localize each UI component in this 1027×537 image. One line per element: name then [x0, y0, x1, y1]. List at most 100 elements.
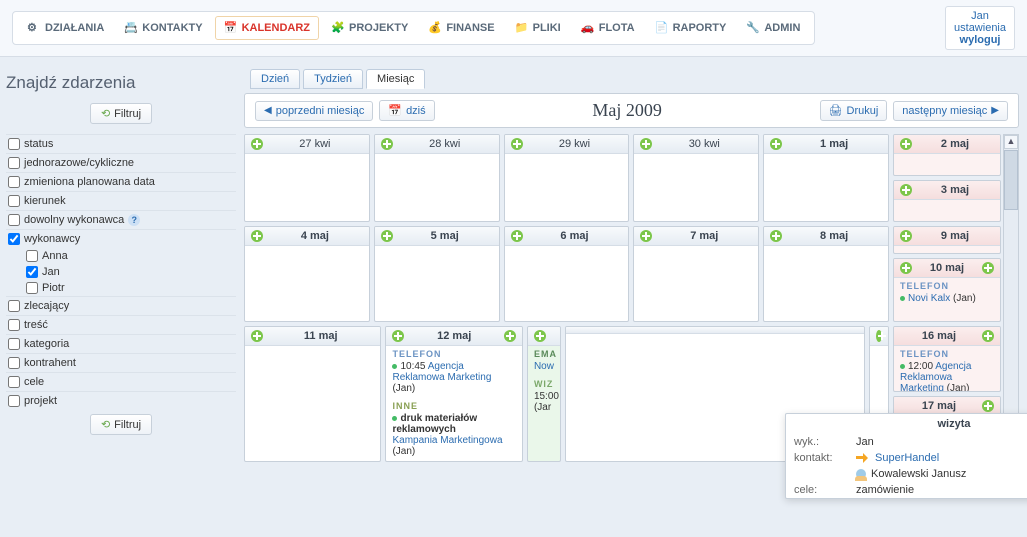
day-cell[interactable]: EMA Now WIZ 15:00(Jar: [527, 326, 561, 462]
add-event-icon[interactable]: [770, 138, 782, 150]
tab-week[interactable]: Tydzień: [303, 69, 363, 89]
day-date: 4 maj: [267, 230, 363, 242]
nav-reports[interactable]: 📄RAPORTY: [647, 16, 735, 40]
add-event-icon[interactable]: [982, 330, 994, 342]
filter-date-changed[interactable]: zmieniona planowana data: [6, 172, 236, 191]
event-item[interactable]: 15:00(Jar: [528, 389, 560, 417]
filter-performers[interactable]: wykonawcy: [6, 229, 236, 248]
filter-button-bottom[interactable]: ⟲Filtruj: [90, 414, 152, 435]
day-cell[interactable]: 30 kwi: [633, 134, 759, 222]
tooltip-contact-link[interactable]: SuperHandel: [875, 452, 939, 464]
print-button[interactable]: 🖨Drukuj: [820, 100, 888, 121]
filter-status[interactable]: status: [6, 134, 236, 153]
today-button[interactable]: 📅dziś: [379, 100, 434, 121]
nav-files[interactable]: 📁PLIKI: [507, 16, 569, 40]
day-cell[interactable]: 7 maj: [633, 226, 759, 322]
add-event-icon[interactable]: [900, 230, 912, 242]
filter-any-performer[interactable]: dowolny wykonawca?: [6, 210, 236, 229]
tab-month[interactable]: Miesiąc: [366, 69, 425, 89]
add-event-icon[interactable]: [900, 262, 912, 274]
day-cell[interactable]: 4 maj: [244, 226, 370, 322]
nav-admin[interactable]: 🔧ADMIN: [738, 16, 808, 40]
scroll-thumb[interactable]: [1004, 150, 1018, 210]
day-cell[interactable]: 16 maj TELEFON 12:00 Agencja Reklamowa M…: [893, 326, 1001, 392]
day-cell[interactable]: 1 maj: [763, 134, 889, 222]
event-item[interactable]: druk materiałów reklamowychKampania Mark…: [386, 411, 521, 461]
filter-performer-jan[interactable]: Jan: [24, 264, 236, 280]
day-cell[interactable]: 9 maj: [893, 226, 1001, 254]
filter-cyclic[interactable]: jednorazowe/cykliczne: [6, 153, 236, 172]
event-item[interactable]: 12:00 Agencja Reklamowa Marketing (Jan): [894, 359, 1000, 392]
nav-actions[interactable]: ⚙DZIAŁANIA: [19, 16, 112, 40]
add-event-icon[interactable]: [511, 230, 523, 242]
day-cell[interactable]: 28 kwi: [374, 134, 500, 222]
add-event-icon[interactable]: [982, 400, 994, 412]
day-cell[interactable]: 11 maj: [244, 326, 381, 462]
scroll-up-icon[interactable]: ▲: [1004, 135, 1018, 149]
tooltip-label: kontakt:: [794, 452, 856, 464]
day-cell[interactable]: 12 maj TELEFON 10:45 Agencja Reklamowa M…: [385, 326, 522, 462]
event-item[interactable]: Novi Kalx (Jan): [894, 291, 1000, 308]
prev-month-button[interactable]: ◀poprzedni miesiąc: [255, 101, 373, 121]
logout-link[interactable]: wyloguj: [960, 34, 1001, 46]
nav-finance[interactable]: 💰FINANSE: [420, 16, 502, 40]
day-date: 29 kwi: [527, 138, 623, 150]
event-item[interactable]: Now: [528, 359, 560, 376]
day-cell[interactable]: 5 maj: [374, 226, 500, 322]
filter-content[interactable]: treść: [6, 315, 236, 334]
add-event-icon[interactable]: [982, 262, 994, 274]
add-event-icon[interactable]: [381, 230, 393, 242]
filter-performer-piotr[interactable]: Piotr: [24, 280, 236, 296]
add-event-icon[interactable]: [876, 330, 882, 342]
print-icon: 🖨: [829, 104, 843, 117]
nav-fleet[interactable]: 🚗FLOTA: [573, 16, 643, 40]
nav-projects[interactable]: 🧩PROJEKTY: [323, 16, 416, 40]
day-date: 12 maj: [408, 330, 499, 342]
person-icon: [856, 469, 866, 479]
event-section-wizyta: WIZ: [528, 376, 560, 389]
nav-contacts[interactable]: 📇KONTAKTY: [116, 16, 210, 40]
nav-calendar[interactable]: 📅KALENDARZ: [215, 16, 319, 40]
day-date: 1 maj: [786, 138, 882, 150]
settings-link[interactable]: ustawienia: [954, 22, 1006, 34]
chevron-right-icon: ▶: [991, 105, 999, 116]
day-cell[interactable]: 29 kwi: [504, 134, 630, 222]
add-event-icon[interactable]: [251, 330, 263, 342]
filter-project[interactable]: projekt: [6, 391, 236, 410]
add-event-icon[interactable]: [392, 330, 404, 342]
add-event-icon[interactable]: [251, 138, 263, 150]
event-item[interactable]: 10:45 Agencja Reklamowa Marketing (Jan): [386, 359, 521, 398]
day-cell[interactable]: 8 maj: [763, 226, 889, 322]
tab-day[interactable]: Dzień: [250, 69, 300, 89]
filter-performer-anna[interactable]: Anna: [24, 248, 236, 264]
day-cell[interactable]: 6 maj: [504, 226, 630, 322]
add-event-icon[interactable]: [534, 330, 546, 342]
add-event-icon[interactable]: [900, 184, 912, 196]
filter-assigner[interactable]: zlecający: [6, 296, 236, 315]
report-icon: 📄: [655, 21, 669, 35]
help-icon[interactable]: ?: [128, 214, 140, 226]
day-cell[interactable]: 10 maj TELEFON Novi Kalx (Jan): [893, 258, 1001, 322]
add-event-icon[interactable]: [900, 138, 912, 150]
add-event-icon[interactable]: [504, 330, 516, 342]
filter-goals[interactable]: cele: [6, 372, 236, 391]
day-cell[interactable]: 27 kwi: [244, 134, 370, 222]
add-event-icon[interactable]: [770, 230, 782, 242]
finance-icon: 💰: [428, 21, 442, 35]
day-date: 7 maj: [656, 230, 752, 242]
filter-button-top[interactable]: ⟲Filtruj: [90, 103, 152, 124]
filter-category[interactable]: kategoria: [6, 334, 236, 353]
filter-contractor[interactable]: kontrahent: [6, 353, 236, 372]
add-event-icon[interactable]: [640, 138, 652, 150]
next-month-button[interactable]: następny miesiąc▶: [893, 101, 1008, 121]
add-event-icon[interactable]: [251, 230, 263, 242]
add-event-icon[interactable]: [381, 138, 393, 150]
add-event-icon[interactable]: [640, 230, 652, 242]
day-cell[interactable]: 2 maj: [893, 134, 1001, 176]
bullet-icon: [900, 364, 905, 369]
sidebar-title: Znajdź zdarzenia: [6, 65, 236, 99]
filter-direction[interactable]: kierunek: [6, 191, 236, 210]
wrench-icon: 🔧: [746, 21, 760, 35]
add-event-icon[interactable]: [511, 138, 523, 150]
day-cell[interactable]: 3 maj: [893, 180, 1001, 222]
